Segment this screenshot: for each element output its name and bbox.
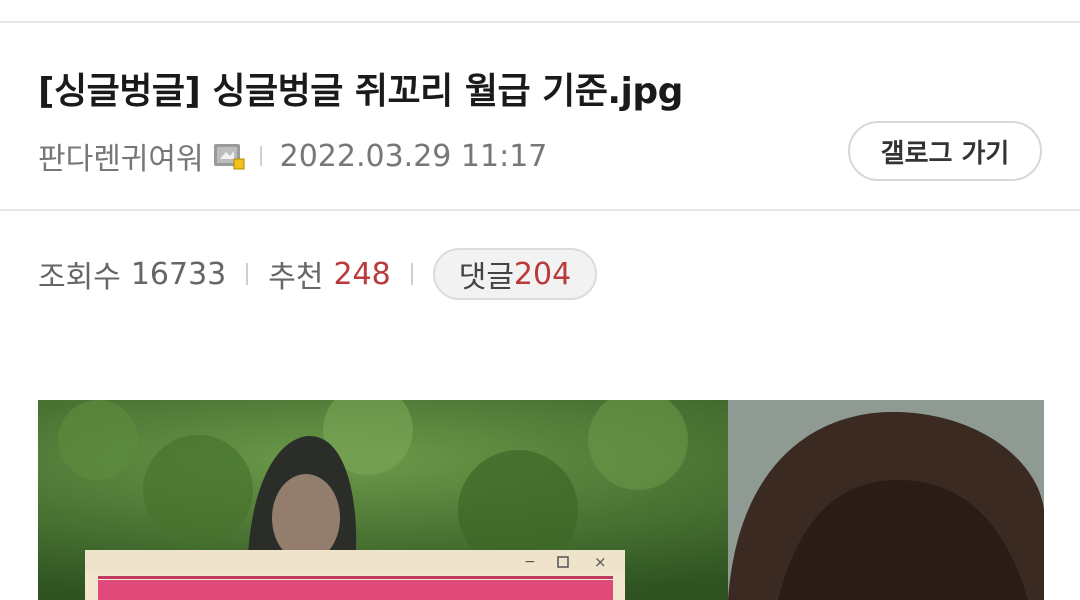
recommend-label: 추천: [268, 260, 324, 295]
recommend-count: 248: [333, 256, 391, 292]
author-name[interactable]: 판다렌귀여워: [38, 134, 204, 178]
views-count: 16733: [130, 256, 227, 292]
comments-label: 댓글: [458, 260, 514, 295]
svg-text:−: −: [524, 554, 536, 570]
stats-separator: [246, 263, 249, 285]
views-label: 조회수: [38, 260, 121, 295]
meta-separator: [259, 146, 262, 166]
svg-text:×: ×: [594, 553, 607, 571]
top-divider: [0, 21, 1080, 23]
post-photo[interactable]: − ×: [38, 400, 1044, 600]
gallery-level-icon: [212, 139, 246, 173]
post-photo-illustration: − ×: [38, 400, 1044, 600]
gallog-button[interactable]: 갤로그 가기: [848, 121, 1042, 181]
header-divider: [0, 209, 1080, 211]
stats-separator: [410, 263, 413, 285]
post-stats-row: 조회수 16733 추천 248 댓글 204: [38, 248, 598, 300]
post-date: 2022.03.29 11:17: [279, 138, 548, 174]
comments-count: 204: [513, 256, 572, 292]
post-meta-row: 판다렌귀여워 2022.03.29 11:17: [38, 134, 548, 178]
comments-button[interactable]: 댓글 204: [432, 248, 598, 300]
post-title: [싱글벙글] 싱글벙글 쥐꼬리 월급 기준.jpg: [38, 71, 683, 112]
